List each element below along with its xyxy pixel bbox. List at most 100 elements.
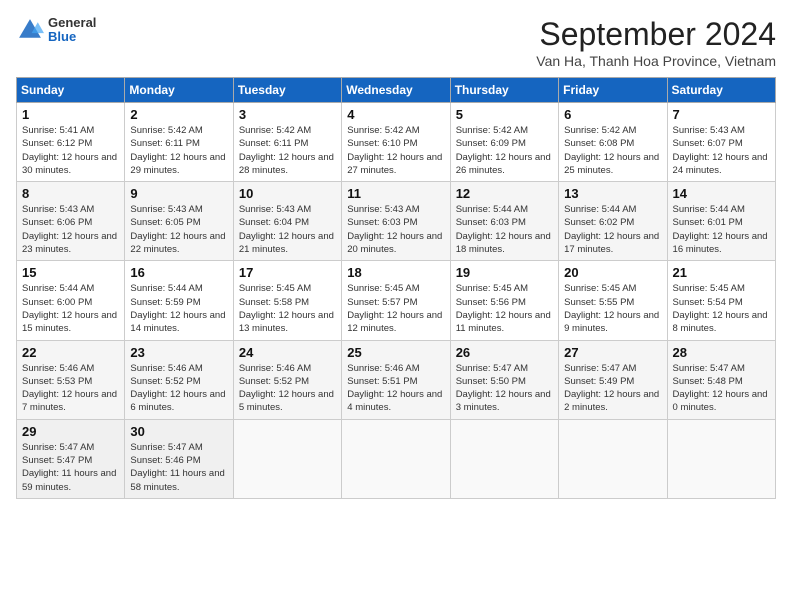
day-number: 30 <box>130 424 227 439</box>
calendar-week-row: 29 Sunrise: 5:47 AM Sunset: 5:47 PM Dayli… <box>17 419 776 498</box>
calendar-cell <box>667 419 775 498</box>
calendar-cell: 19 Sunrise: 5:45 AM Sunset: 5:56 PM Dayli… <box>450 261 558 340</box>
col-header-sunday: Sunday <box>17 78 125 103</box>
calendar-cell: 16 Sunrise: 5:44 AM Sunset: 5:59 PM Dayli… <box>125 261 233 340</box>
day-detail: Sunrise: 5:42 AM Sunset: 6:10 PM Dayligh… <box>347 124 444 177</box>
day-detail: Sunrise: 5:45 AM Sunset: 5:58 PM Dayligh… <box>239 282 336 335</box>
day-detail: Sunrise: 5:44 AM Sunset: 6:00 PM Dayligh… <box>22 282 119 335</box>
day-detail: Sunrise: 5:46 AM Sunset: 5:53 PM Dayligh… <box>22 362 119 415</box>
day-number: 18 <box>347 265 444 280</box>
day-number: 9 <box>130 186 227 201</box>
logo-blue-text: Blue <box>48 30 96 44</box>
col-header-wednesday: Wednesday <box>342 78 450 103</box>
calendar-cell: 20Sunrise: 5:45 AM Sunset: 5:55 PM Dayli… <box>559 261 667 340</box>
day-detail: Sunrise: 5:44 AM Sunset: 6:01 PM Dayligh… <box>673 203 770 256</box>
day-number: 25 <box>347 345 444 360</box>
day-detail: Sunrise: 5:42 AM Sunset: 6:09 PM Dayligh… <box>456 124 553 177</box>
calendar-cell <box>450 419 558 498</box>
day-number: 16 <box>130 265 227 280</box>
day-number: 17 <box>239 265 336 280</box>
day-number: 19 <box>456 265 553 280</box>
calendar-cell <box>233 419 341 498</box>
calendar-cell: 24Sunrise: 5:46 AM Sunset: 5:52 PM Dayli… <box>233 340 341 419</box>
calendar-cell: 7 Sunrise: 5:43 AM Sunset: 6:07 PM Daylig… <box>667 103 775 182</box>
day-detail: Sunrise: 5:41 AM Sunset: 6:12 PM Dayligh… <box>22 124 119 177</box>
logo-icon <box>16 16 44 44</box>
col-header-tuesday: Tuesday <box>233 78 341 103</box>
calendar-cell: 18 Sunrise: 5:45 AM Sunset: 5:57 PM Dayli… <box>342 261 450 340</box>
day-number: 12 <box>456 186 553 201</box>
day-detail: Sunrise: 5:42 AM Sunset: 6:08 PM Dayligh… <box>564 124 661 177</box>
day-detail: Sunrise: 5:46 AM Sunset: 5:51 PM Dayligh… <box>347 362 444 415</box>
day-detail: Sunrise: 5:43 AM Sunset: 6:04 PM Dayligh… <box>239 203 336 256</box>
day-detail: Sunrise: 5:44 AM Sunset: 6:02 PM Dayligh… <box>564 203 661 256</box>
day-detail: Sunrise: 5:43 AM Sunset: 6:05 PM Dayligh… <box>130 203 227 256</box>
calendar-cell: 13Sunrise: 5:44 AM Sunset: 6:02 PM Dayli… <box>559 182 667 261</box>
day-number: 6 <box>564 107 661 122</box>
day-number: 27 <box>564 345 661 360</box>
calendar-table: SundayMondayTuesdayWednesdayThursdayFrid… <box>16 77 776 499</box>
day-detail: Sunrise: 5:42 AM Sunset: 6:11 PM Dayligh… <box>239 124 336 177</box>
day-number: 14 <box>673 186 770 201</box>
logo-general-text: General <box>48 16 96 30</box>
day-detail: Sunrise: 5:43 AM Sunset: 6:06 PM Dayligh… <box>22 203 119 256</box>
calendar-cell: 2 Sunrise: 5:42 AM Sunset: 6:11 PM Daylig… <box>125 103 233 182</box>
calendar-cell: 15 Sunrise: 5:44 AM Sunset: 6:00 PM Dayli… <box>17 261 125 340</box>
day-detail: Sunrise: 5:45 AM Sunset: 5:57 PM Dayligh… <box>347 282 444 335</box>
calendar-cell: 5 Sunrise: 5:42 AM Sunset: 6:09 PM Daylig… <box>450 103 558 182</box>
day-number: 1 <box>22 107 119 122</box>
day-number: 24 <box>239 345 336 360</box>
calendar-cell: 14 Sunrise: 5:44 AM Sunset: 6:01 PM Dayli… <box>667 182 775 261</box>
calendar-header-row: SundayMondayTuesdayWednesdayThursdayFrid… <box>17 78 776 103</box>
day-number: 10 <box>239 186 336 201</box>
calendar-week-row: 15 Sunrise: 5:44 AM Sunset: 6:00 PM Dayli… <box>17 261 776 340</box>
calendar-cell: 28 Sunrise: 5:47 AM Sunset: 5:48 PM Dayli… <box>667 340 775 419</box>
calendar-week-row: 22 Sunrise: 5:46 AM Sunset: 5:53 PM Dayli… <box>17 340 776 419</box>
day-detail: Sunrise: 5:45 AM Sunset: 5:55 PM Dayligh… <box>564 282 661 335</box>
logo: General Blue <box>16 16 96 45</box>
calendar-cell: 17 Sunrise: 5:45 AM Sunset: 5:58 PM Dayli… <box>233 261 341 340</box>
day-number: 23 <box>130 345 227 360</box>
calendar-cell <box>559 419 667 498</box>
day-detail: Sunrise: 5:46 AM Sunset: 5:52 PM Dayligh… <box>130 362 227 415</box>
day-detail: Sunrise: 5:43 AM Sunset: 6:07 PM Dayligh… <box>673 124 770 177</box>
calendar-cell: 22 Sunrise: 5:46 AM Sunset: 5:53 PM Dayli… <box>17 340 125 419</box>
calendar-cell: 6 Sunrise: 5:42 AM Sunset: 6:08 PM Daylig… <box>559 103 667 182</box>
day-detail: Sunrise: 5:44 AM Sunset: 6:03 PM Dayligh… <box>456 203 553 256</box>
day-number: 7 <box>673 107 770 122</box>
day-number: 28 <box>673 345 770 360</box>
calendar-week-row: 8Sunrise: 5:43 AM Sunset: 6:06 PM Daylig… <box>17 182 776 261</box>
month-title: September 2024 <box>536 16 776 53</box>
day-detail: Sunrise: 5:42 AM Sunset: 6:11 PM Dayligh… <box>130 124 227 177</box>
day-detail: Sunrise: 5:47 AM Sunset: 5:47 PM Dayligh… <box>22 441 119 494</box>
calendar-cell: 9 Sunrise: 5:43 AM Sunset: 6:05 PM Daylig… <box>125 182 233 261</box>
day-number: 5 <box>456 107 553 122</box>
calendar-cell: 11Sunrise: 5:43 AM Sunset: 6:03 PM Dayli… <box>342 182 450 261</box>
day-detail: Sunrise: 5:47 AM Sunset: 5:48 PM Dayligh… <box>673 362 770 415</box>
day-number: 21 <box>673 265 770 280</box>
page-header: General Blue September 2024 Van Ha, Than… <box>16 16 776 69</box>
calendar-cell <box>342 419 450 498</box>
day-detail: Sunrise: 5:45 AM Sunset: 5:56 PM Dayligh… <box>456 282 553 335</box>
day-detail: Sunrise: 5:47 AM Sunset: 5:50 PM Dayligh… <box>456 362 553 415</box>
day-number: 2 <box>130 107 227 122</box>
day-number: 29 <box>22 424 119 439</box>
calendar-cell: 21Sunrise: 5:45 AM Sunset: 5:54 PM Dayli… <box>667 261 775 340</box>
day-number: 15 <box>22 265 119 280</box>
calendar-cell: 26 Sunrise: 5:47 AM Sunset: 5:50 PM Dayli… <box>450 340 558 419</box>
title-block: September 2024 Van Ha, Thanh Hoa Provinc… <box>536 16 776 69</box>
calendar-cell: 27 Sunrise: 5:47 AM Sunset: 5:49 PM Dayli… <box>559 340 667 419</box>
day-detail: Sunrise: 5:44 AM Sunset: 5:59 PM Dayligh… <box>130 282 227 335</box>
calendar-cell: 30 Sunrise: 5:47 AM Sunset: 5:46 PM Dayli… <box>125 419 233 498</box>
location: Van Ha, Thanh Hoa Province, Vietnam <box>536 53 776 69</box>
day-detail: Sunrise: 5:47 AM Sunset: 5:46 PM Dayligh… <box>130 441 227 494</box>
calendar-cell: 25 Sunrise: 5:46 AM Sunset: 5:51 PM Dayli… <box>342 340 450 419</box>
day-number: 26 <box>456 345 553 360</box>
col-header-friday: Friday <box>559 78 667 103</box>
calendar-week-row: 1 Sunrise: 5:41 AM Sunset: 6:12 PM Daylig… <box>17 103 776 182</box>
day-number: 22 <box>22 345 119 360</box>
calendar-cell: 1 Sunrise: 5:41 AM Sunset: 6:12 PM Daylig… <box>17 103 125 182</box>
day-detail: Sunrise: 5:47 AM Sunset: 5:49 PM Dayligh… <box>564 362 661 415</box>
col-header-saturday: Saturday <box>667 78 775 103</box>
calendar-cell: 3Sunrise: 5:42 AM Sunset: 6:11 PM Daylig… <box>233 103 341 182</box>
